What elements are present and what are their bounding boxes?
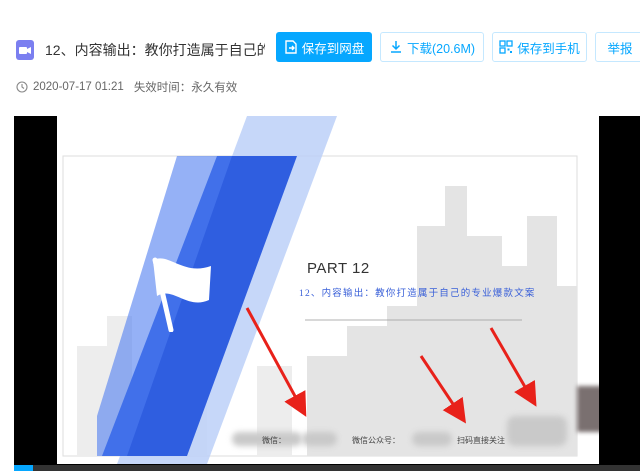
- file-header: 12、内容输出：教你打造属于自己的专... 保存到网盘 下载(20.6M) 保存…: [0, 0, 640, 105]
- save-to-phone-button[interactable]: 保存到手机: [492, 32, 587, 62]
- save-to-phone-label: 保存到手机: [517, 41, 580, 56]
- red-arrows: [245, 307, 537, 424]
- download-label: 下载(20.6M): [406, 41, 476, 56]
- download-icon: [390, 41, 401, 53]
- report-button[interactable]: 举报: [595, 32, 640, 62]
- file-title: 12、内容输出：教你打造属于自己的专...: [45, 42, 265, 58]
- qr-code-icon: [499, 40, 513, 54]
- save-to-cloud-icon: [285, 40, 297, 54]
- video-file-icon: [16, 40, 34, 60]
- video-player[interactable]: PART 12 12、内容输出：教你打造属于自己的专业爆款文案 微信： 微信公众…: [14, 116, 640, 471]
- slide-frame: PART 12 12、内容输出：教你打造属于自己的专业爆款文案 微信： 微信公众…: [57, 116, 599, 464]
- progress-fill: [14, 465, 33, 471]
- file-meta: 2020-07-17 01:21 失效时间：永久有效: [16, 79, 237, 95]
- save-to-cloud-label: 保存到网盘: [301, 41, 365, 56]
- clock-icon: [16, 81, 28, 93]
- report-label: 举报: [607, 41, 633, 56]
- upload-date: 2020-07-17 01:21: [33, 81, 124, 93]
- download-button[interactable]: 下载(20.6M): [380, 32, 484, 62]
- save-to-cloud-button[interactable]: 保存到网盘: [276, 32, 372, 62]
- progress-bar[interactable]: [14, 465, 640, 471]
- expiry-text: 失效时间：永久有效: [133, 82, 238, 94]
